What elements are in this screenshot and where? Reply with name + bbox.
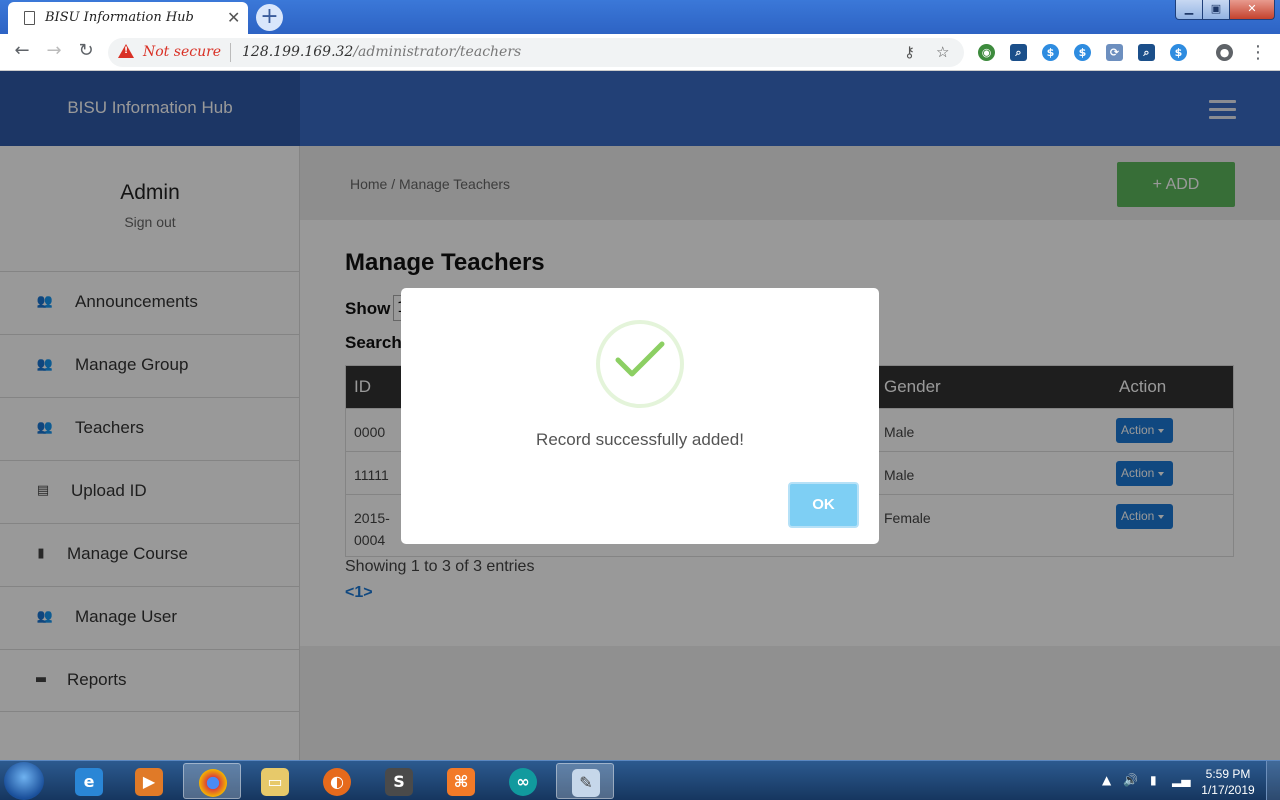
url-text[interactable]: 128.199.169.32/administrator/teachers xyxy=(242,44,521,60)
ok-button[interactable]: OK xyxy=(788,482,859,528)
taskbar-ie[interactable]: e xyxy=(60,763,118,799)
folder-icon: ▭ xyxy=(261,768,289,796)
start-button[interactable] xyxy=(4,762,44,800)
arduino-icon: ∞ xyxy=(509,768,537,796)
clock-date: 1/17/2019 xyxy=(1201,783,1255,797)
minimize-button[interactable]: ▁ xyxy=(1175,0,1203,20)
browser-tab[interactable]: BISU Information Hub ✕ xyxy=(8,2,248,34)
browser-tabstrip: BISU Information Hub ✕ + ▁ ▣ ✕ xyxy=(0,0,1280,34)
tab-title: BISU Information Hub xyxy=(45,10,194,25)
battery-icon[interactable]: ▮ xyxy=(1150,773,1157,787)
tab-close-icon[interactable]: ✕ xyxy=(227,8,240,27)
new-tab-button[interactable]: + xyxy=(256,4,283,31)
menu-dots-icon[interactable]: ⋮ xyxy=(1246,42,1270,63)
taskbar-xampp[interactable]: ⌘ xyxy=(432,763,490,799)
taskbar: e ▶ ▭ ◐ S ⌘ ∞ ✎ ▲ 🔊 ▮ ▂▄ 5:59 PM 1/17/20… xyxy=(0,760,1280,800)
taskbar-paint[interactable]: ✎ xyxy=(556,763,614,799)
network-signal-icon[interactable]: ▂▄ xyxy=(1172,773,1190,787)
extension-globe-icon[interactable]: ◉ xyxy=(978,44,995,61)
dialog-message: Record successfully added! xyxy=(536,430,744,449)
chrome-icon xyxy=(199,769,227,797)
taskbar-sublime[interactable]: S xyxy=(370,763,428,799)
volume-icon[interactable]: 🔊 xyxy=(1123,773,1138,787)
sublime-text-icon: S xyxy=(385,768,413,796)
show-desktop-button[interactable] xyxy=(1266,761,1280,800)
maximize-button[interactable]: ▣ xyxy=(1202,0,1230,20)
extension-sync-icon[interactable]: ⟳ xyxy=(1106,44,1123,61)
extension-dollar-icon[interactable]: $ xyxy=(1170,44,1187,61)
profile-icon[interactable]: ● xyxy=(1216,44,1233,61)
clock-time: 5:59 PM xyxy=(1205,767,1251,781)
url-path: /administrator/teachers xyxy=(353,44,522,60)
taskbar-explorer[interactable]: ▭ xyxy=(246,763,304,799)
forward-icon[interactable]: → xyxy=(42,40,66,61)
success-check-icon xyxy=(596,320,684,408)
window-close-button[interactable]: ✕ xyxy=(1229,0,1275,20)
address-bar[interactable]: Not secure 128.199.169.32/administrator/… xyxy=(108,38,964,67)
extension-dollar-icon[interactable]: $ xyxy=(1074,44,1091,61)
extension-search-icon[interactable]: ⌕ xyxy=(1138,44,1155,61)
firefox-icon: ◐ xyxy=(323,768,351,796)
xampp-icon: ⌘ xyxy=(447,768,475,796)
url-host: 128.199.169.32 xyxy=(242,44,354,60)
taskbar-firefox[interactable]: ◐ xyxy=(308,763,366,799)
taskbar-chrome[interactable] xyxy=(183,763,241,799)
reload-icon[interactable]: ↻ xyxy=(74,40,98,61)
security-label[interactable]: Not secure xyxy=(143,44,221,60)
browser-toolbar: ← → ↻ Not secure 128.199.169.32/administ… xyxy=(0,34,1280,71)
windows-logo-icon xyxy=(16,771,24,779)
success-dialog: Record successfully added! OK xyxy=(401,288,879,544)
paint-icon: ✎ xyxy=(572,769,600,797)
system-clock[interactable]: 5:59 PM 1/17/2019 xyxy=(1196,766,1260,798)
tray-expand-icon[interactable]: ▲ xyxy=(1102,773,1111,787)
extension-search-icon[interactable]: ⌕ xyxy=(1010,44,1027,61)
taskbar-media[interactable]: ▶ xyxy=(120,763,178,799)
back-icon[interactable]: ← xyxy=(10,40,34,61)
extension-dollar-icon[interactable]: $ xyxy=(1042,44,1059,61)
key-icon[interactable]: ⚷ xyxy=(904,43,915,61)
warning-icon xyxy=(118,44,134,58)
internet-explorer-icon: e xyxy=(75,768,103,796)
page-icon xyxy=(24,11,35,25)
bookmark-star-icon[interactable]: ☆ xyxy=(936,43,949,61)
checkmark-icon xyxy=(615,341,665,377)
taskbar-arduino[interactable]: ∞ xyxy=(494,763,552,799)
media-player-icon: ▶ xyxy=(135,768,163,796)
